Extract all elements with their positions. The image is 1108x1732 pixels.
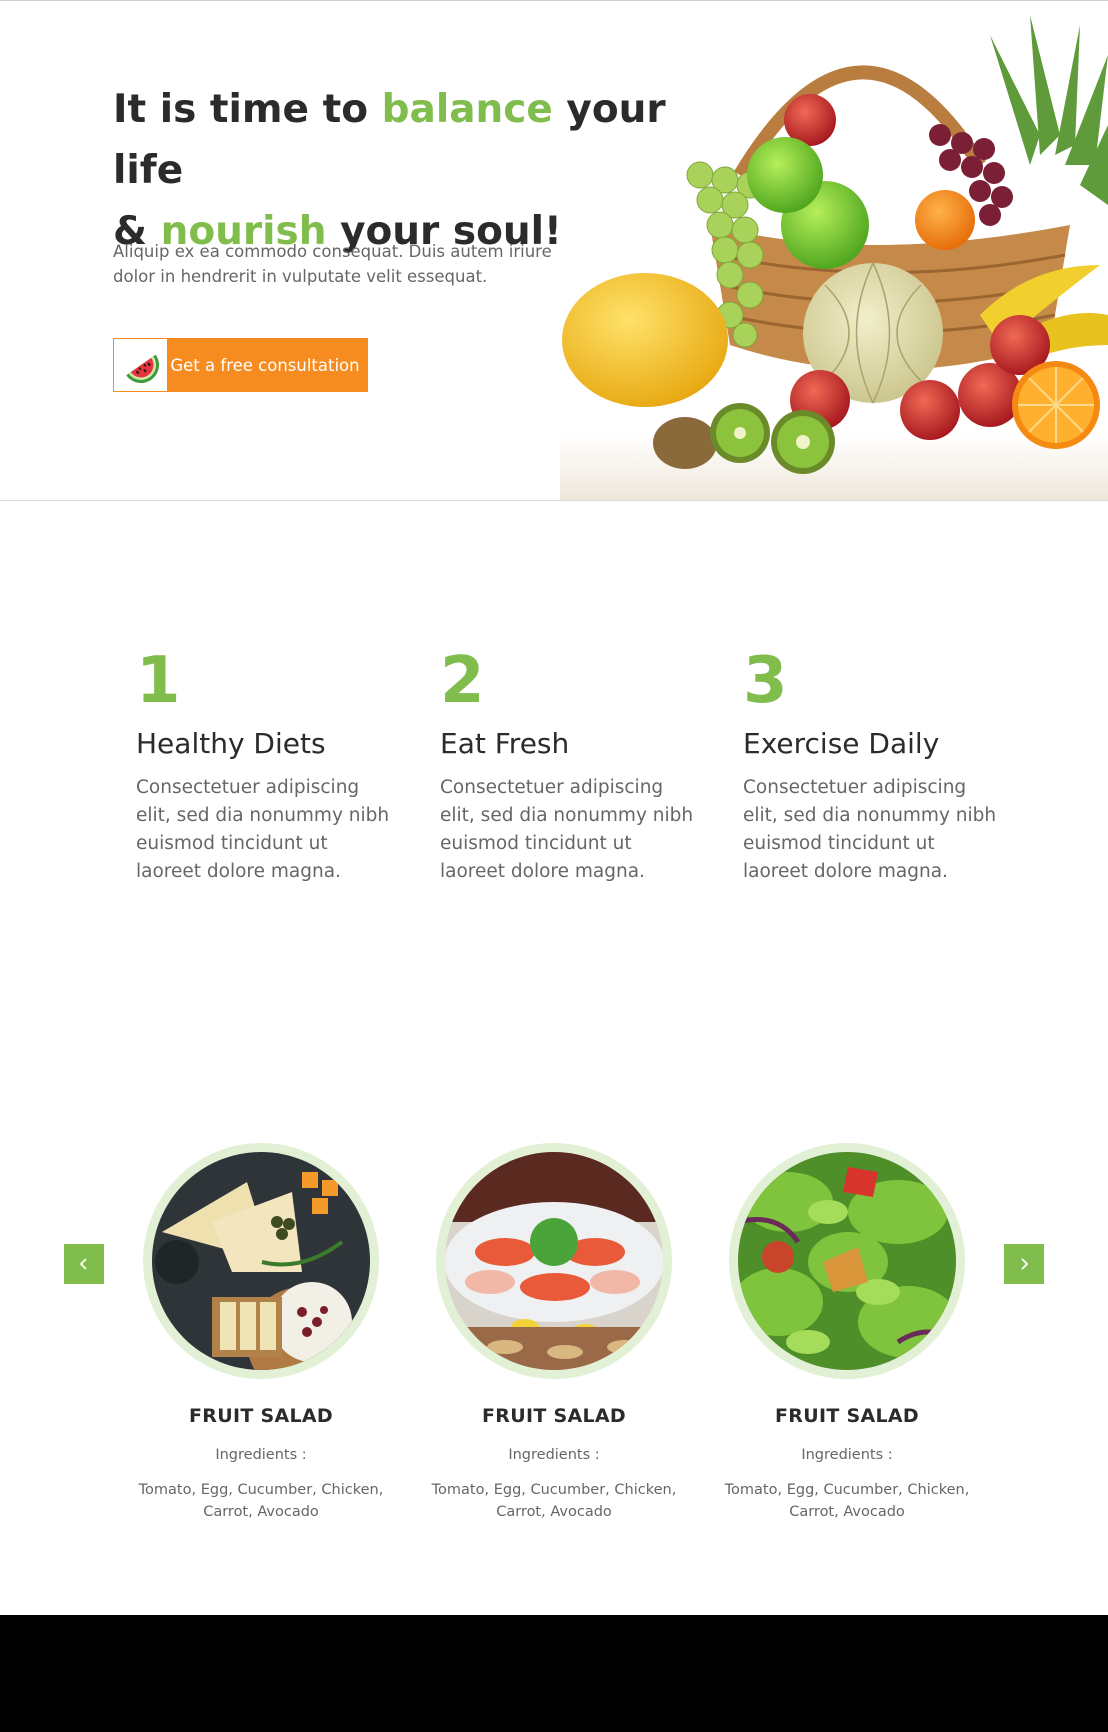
ingredients-label: Ingredients : bbox=[801, 1447, 893, 1463]
ingredients-list: Tomato, Egg, Cucumber, Chicken, Carrot, … bbox=[431, 1482, 677, 1520]
step-title: Exercise Daily bbox=[743, 727, 940, 760]
step-exercise-daily: 3 Exercise Daily Consectetuer adipiscing… bbox=[743, 644, 998, 886]
recipe-title: FRUIT SALAD bbox=[775, 1405, 919, 1427]
step-healthy-diets: 1 Healthy Diets Consectetuer adipiscing … bbox=[136, 644, 391, 886]
step-text: Consectetuer adipiscing elit, sed dia no… bbox=[743, 777, 997, 882]
free-consultation-button[interactable]: Get a free consultation bbox=[113, 338, 368, 392]
carousel-next-button[interactable] bbox=[1004, 1244, 1044, 1284]
recipe-image-frame bbox=[729, 1143, 965, 1379]
footer-bar bbox=[0, 1615, 1108, 1732]
chevron-right-icon bbox=[1021, 1258, 1029, 1270]
step-text: Consectetuer adipiscing elit, sed dia no… bbox=[136, 777, 390, 882]
hero-title-highlight: balance bbox=[381, 87, 553, 132]
ingredients-label: Ingredients : bbox=[215, 1447, 307, 1463]
free-consultation-label: Get a free consultation bbox=[170, 355, 360, 375]
step-number: 1 bbox=[136, 644, 181, 718]
recipe-image-frame bbox=[143, 1143, 379, 1379]
hero-section: It is time to balance your life & nourish… bbox=[0, 1, 1108, 501]
hero-description: Aliquip ex ea commodo consequat. Duis au… bbox=[113, 242, 552, 286]
chevron-left-icon bbox=[79, 1258, 87, 1270]
fruit-basket-image bbox=[560, 15, 1108, 500]
hero-title-text: It is time to bbox=[113, 87, 382, 132]
ingredients-label: Ingredients : bbox=[508, 1447, 600, 1463]
step-title: Healthy Diets bbox=[136, 727, 326, 760]
recipe-card[interactable]: FRUIT SALAD Ingredients : Tomato, Egg, C… bbox=[404, 1143, 704, 1523]
recipe-title: FRUIT SALAD bbox=[189, 1405, 333, 1427]
recipe-card[interactable]: FRUIT SALAD Ingredients : Tomato, Egg, C… bbox=[111, 1143, 411, 1523]
buffet-platter-image bbox=[445, 1152, 663, 1370]
recipe-card[interactable]: FRUIT SALAD Ingredients : Tomato, Egg, C… bbox=[697, 1143, 997, 1523]
carousel-prev-button[interactable] bbox=[64, 1244, 104, 1284]
cheese-board-image bbox=[152, 1152, 370, 1370]
step-eat-fresh: 2 Eat Fresh Consectetuer adipiscing elit… bbox=[440, 644, 695, 886]
watermelon-icon bbox=[114, 339, 167, 391]
ingredients-list: Tomato, Egg, Cucumber, Chicken, Carrot, … bbox=[724, 1482, 970, 1520]
ingredients-list: Tomato, Egg, Cucumber, Chicken, Carrot, … bbox=[138, 1482, 384, 1520]
step-number: 3 bbox=[743, 644, 788, 718]
recipe-image-frame bbox=[436, 1143, 672, 1379]
step-title: Eat Fresh bbox=[440, 727, 570, 760]
step-number: 2 bbox=[440, 644, 485, 718]
step-text: Consectetuer adipiscing elit, sed dia no… bbox=[440, 777, 694, 882]
green-salad-image bbox=[738, 1152, 956, 1370]
recipe-title: FRUIT SALAD bbox=[482, 1405, 626, 1427]
